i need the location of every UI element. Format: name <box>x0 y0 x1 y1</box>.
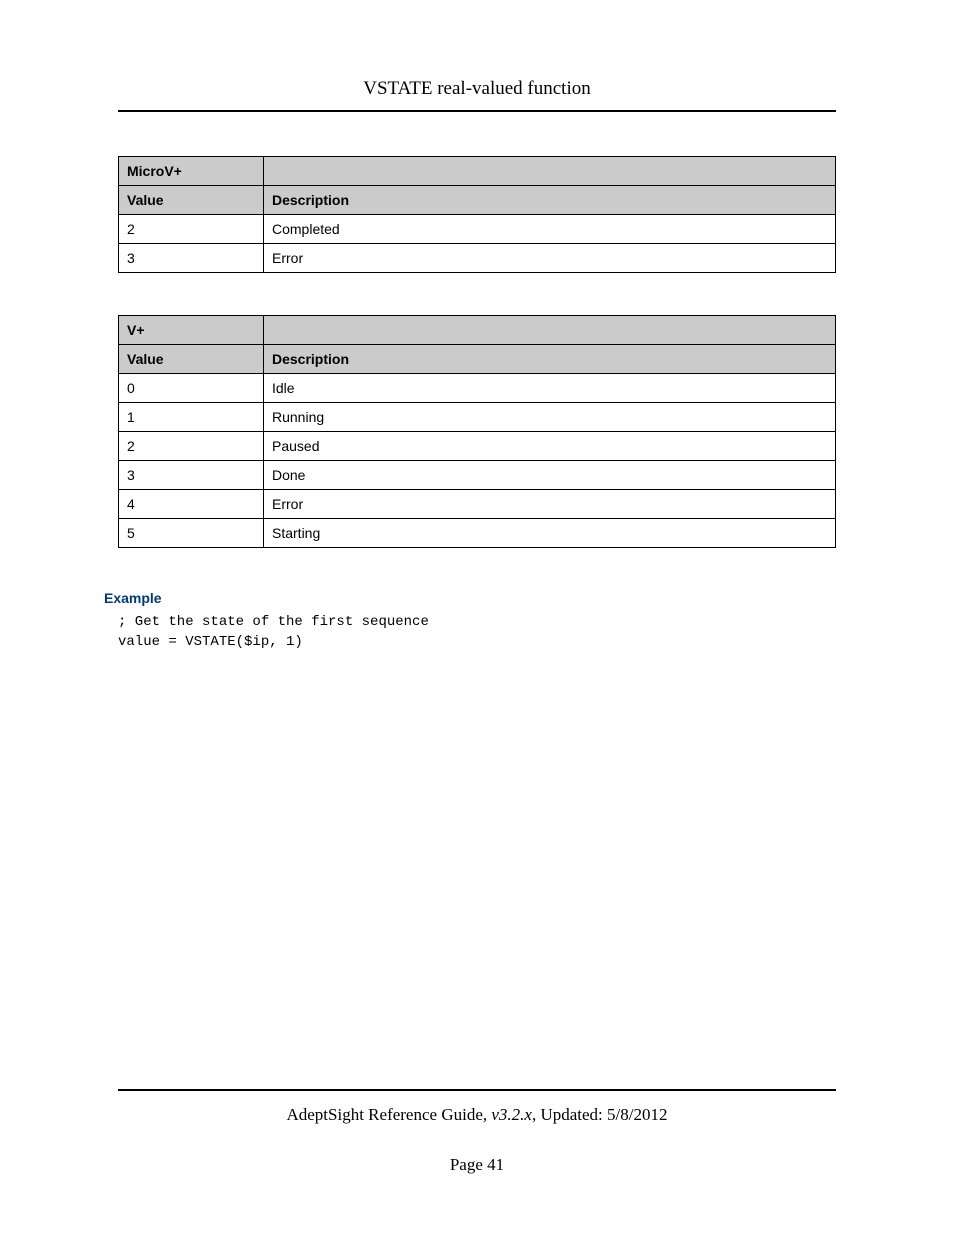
cell-value: 3 <box>119 461 264 490</box>
cell-value: 0 <box>119 374 264 403</box>
footer-divider <box>118 1089 836 1091</box>
vplus-table: V+ Value Description 0 Idle 1 Running 2 … <box>118 315 836 548</box>
microv-table-title: MicroV+ <box>119 157 264 186</box>
cell-value: 3 <box>119 244 264 273</box>
cell-value: 5 <box>119 519 264 548</box>
footer-doc-title: AdeptSight Reference Guide <box>286 1105 482 1124</box>
cell-value: 1 <box>119 403 264 432</box>
vplus-col-value: Value <box>119 345 264 374</box>
footer-updated-label: , Updated: <box>532 1105 607 1124</box>
page-number: Page 41 <box>118 1155 836 1175</box>
cell-desc: Error <box>264 490 836 519</box>
page-title: VSTATE real-valued function <box>118 78 836 100</box>
page-footer: AdeptSight Reference Guide, v3.2.x, Upda… <box>118 1089 836 1175</box>
cell-desc: Running <box>264 403 836 432</box>
vplus-col-desc: Description <box>264 345 836 374</box>
cell-value: 2 <box>119 432 264 461</box>
table-row: 5 Starting <box>119 519 836 548</box>
vplus-table-title-blank <box>264 316 836 345</box>
header-divider <box>118 110 836 112</box>
cell-desc: Idle <box>264 374 836 403</box>
page-label: Page <box>450 1155 487 1174</box>
microv-col-value: Value <box>119 186 264 215</box>
footer-version: , v3.2.x <box>483 1105 532 1124</box>
microv-col-desc: Description <box>264 186 836 215</box>
page-num: 41 <box>487 1155 504 1174</box>
table-row: 2 Completed <box>119 215 836 244</box>
cell-desc: Completed <box>264 215 836 244</box>
example-code: ; Get the state of the first sequence va… <box>118 612 836 653</box>
footer-updated-date: 5/8/2012 <box>607 1105 667 1124</box>
cell-desc: Paused <box>264 432 836 461</box>
table-row: 2 Paused <box>119 432 836 461</box>
table-row: 1 Running <box>119 403 836 432</box>
table-row: 0 Idle <box>119 374 836 403</box>
microv-table-title-blank <box>264 157 836 186</box>
cell-desc: Done <box>264 461 836 490</box>
example-heading: Example <box>104 590 836 606</box>
table-row: 3 Error <box>119 244 836 273</box>
cell-value: 2 <box>119 215 264 244</box>
table-row: 3 Done <box>119 461 836 490</box>
cell-desc: Error <box>264 244 836 273</box>
table-row: 4 Error <box>119 490 836 519</box>
cell-value: 4 <box>119 490 264 519</box>
footer-text: AdeptSight Reference Guide, v3.2.x, Upda… <box>118 1105 836 1125</box>
vplus-table-title: V+ <box>119 316 264 345</box>
cell-desc: Starting <box>264 519 836 548</box>
microv-table: MicroV+ Value Description 2 Completed 3 … <box>118 156 836 273</box>
